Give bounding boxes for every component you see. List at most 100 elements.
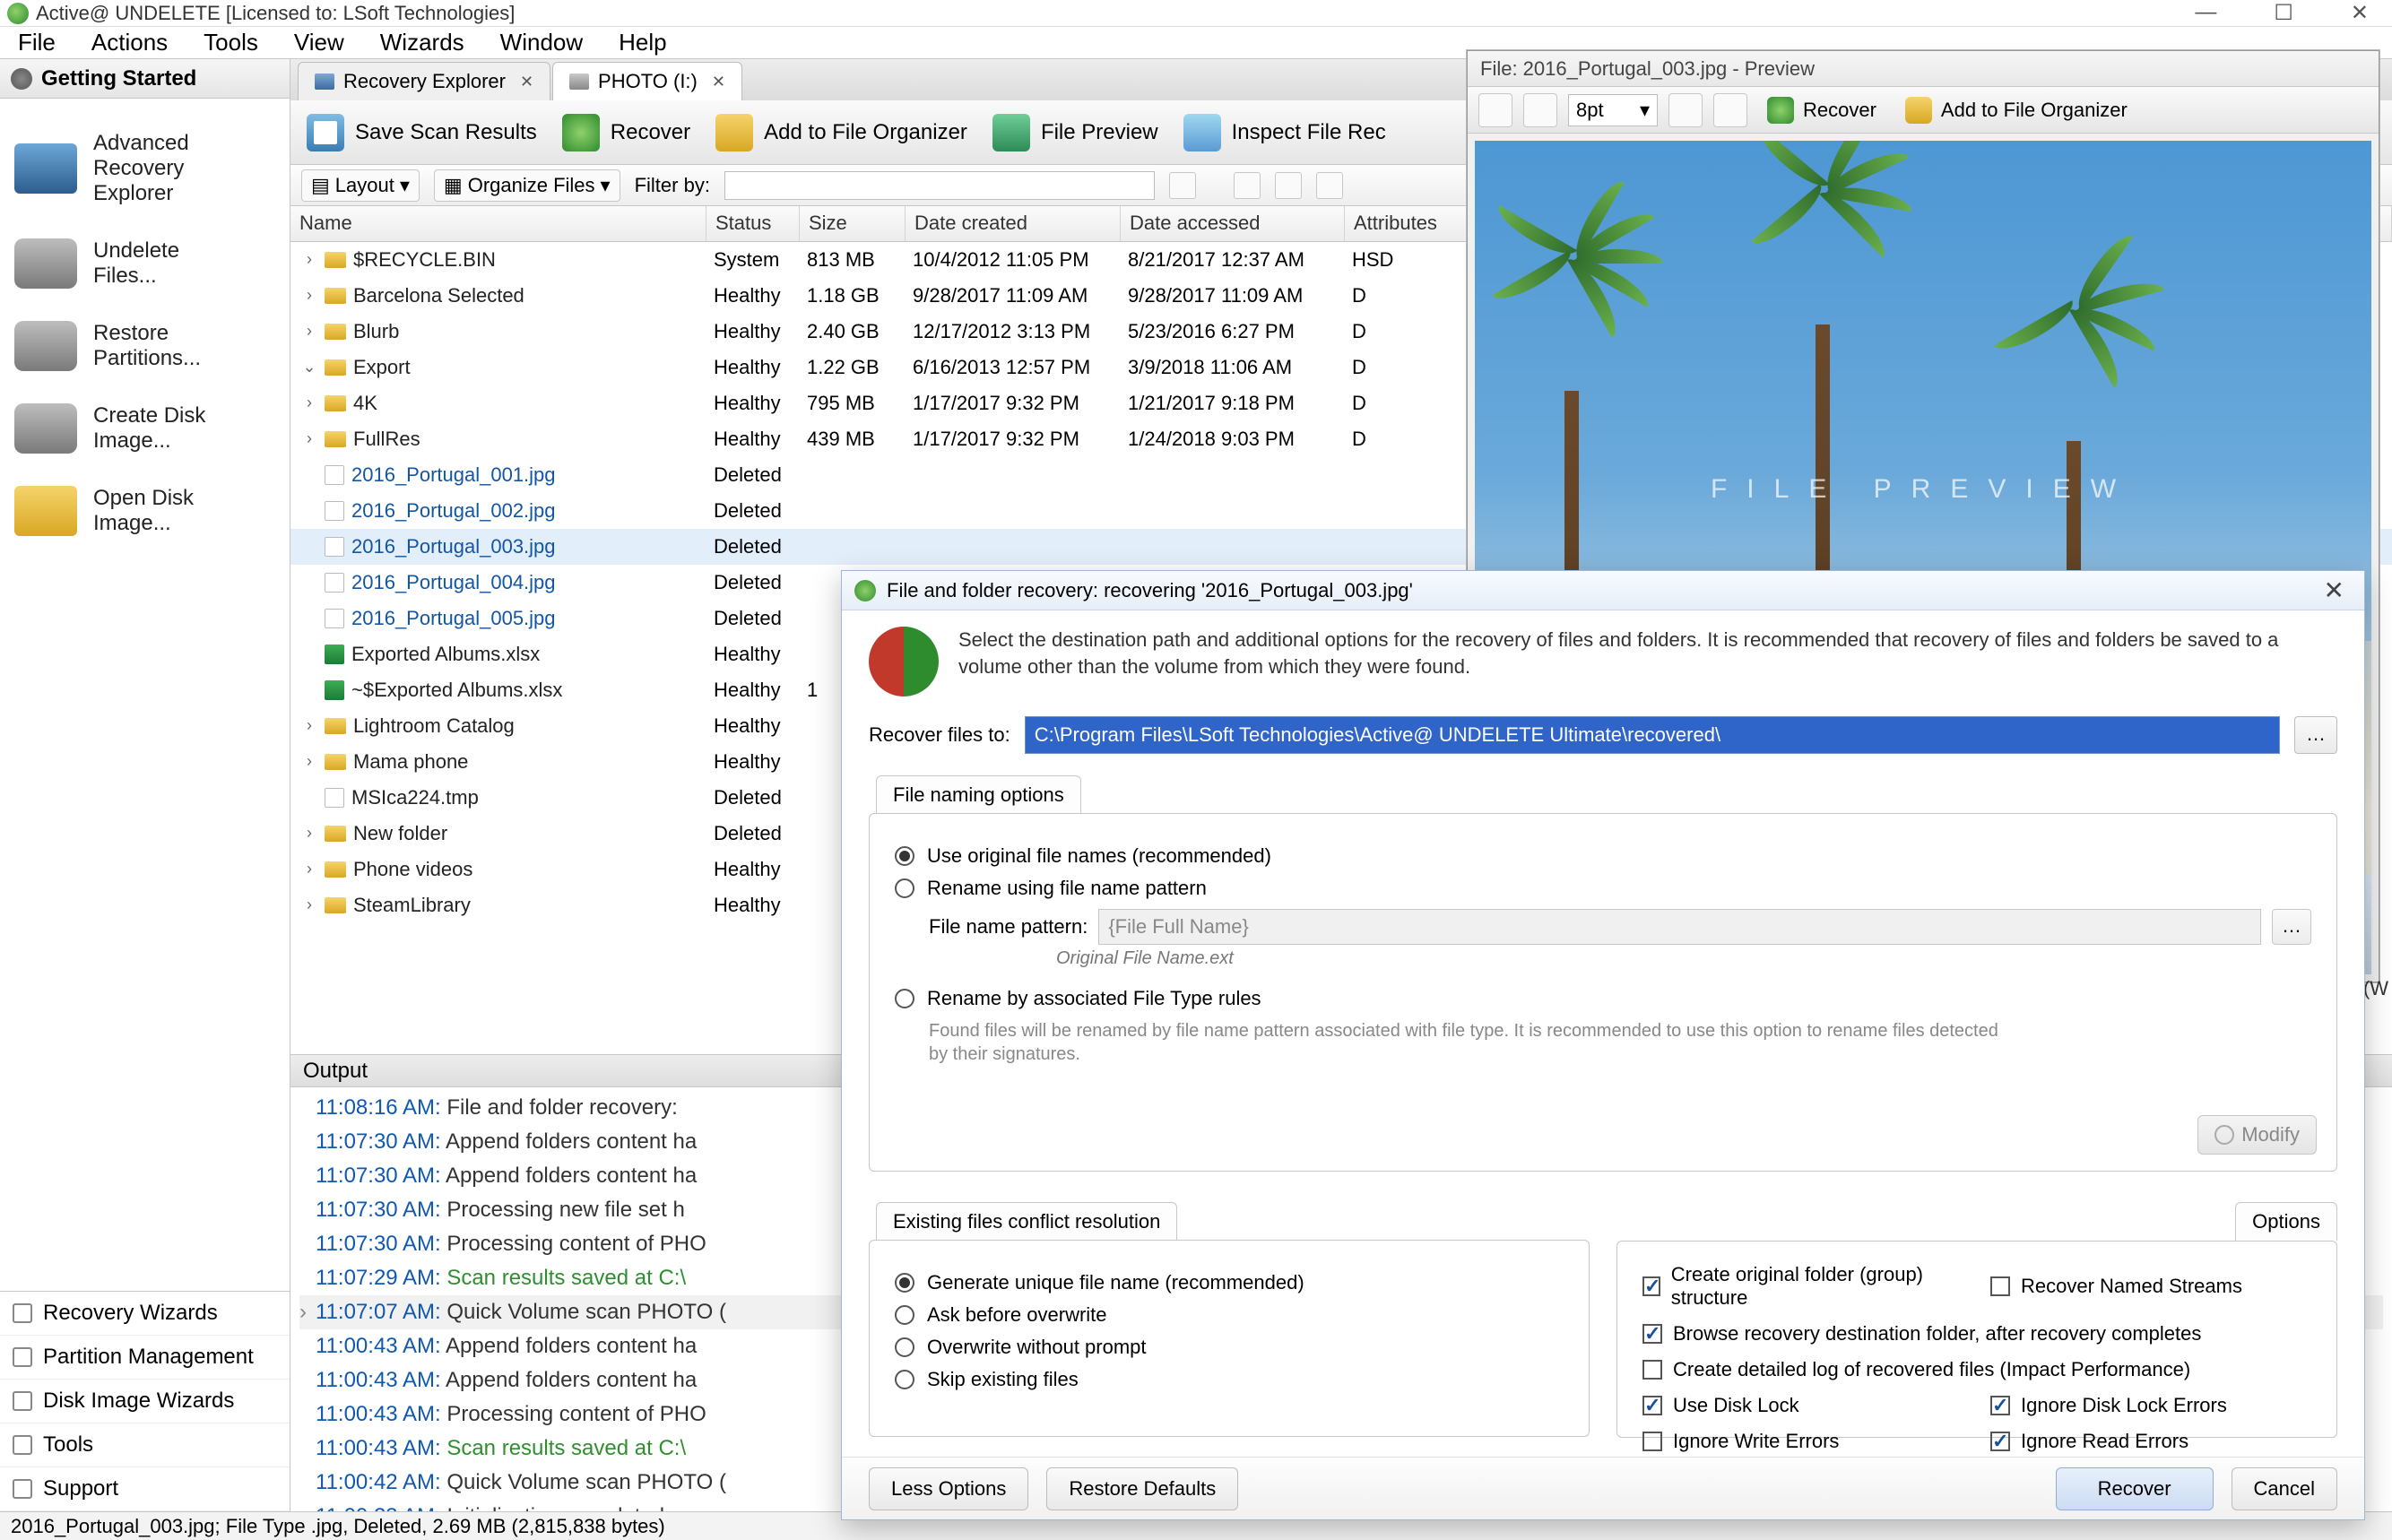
restore-defaults-button[interactable]: Restore Defaults	[1046, 1467, 1238, 1510]
radio-rename[interactable]: Rename using file name pattern	[895, 877, 2311, 900]
menu-view[interactable]: View	[294, 29, 344, 56]
tree-toggle-icon[interactable]: ›	[301, 394, 317, 412]
conflict-over[interactable]: Overwrite without prompt	[895, 1336, 1564, 1359]
col-name[interactable]: Name	[290, 206, 706, 241]
font-size-dropdown[interactable]: 8pt▾	[1568, 94, 1658, 126]
layout-button[interactable]: ▤ Layout▾	[301, 169, 420, 202]
preview-recover-button[interactable]: Recover	[1758, 93, 1885, 127]
tab-1[interactable]: PHOTO (I:)✕	[552, 62, 742, 100]
view-mode-2[interactable]	[1275, 172, 1302, 199]
destination-input[interactable]	[1025, 716, 2280, 754]
pattern-input[interactable]	[1098, 909, 2261, 945]
nav-bottom-label: Tools	[43, 1432, 93, 1458]
checkbox-icon	[1990, 1276, 2010, 1296]
close-button[interactable]: ✕	[2335, 0, 2385, 26]
dialog-titlebar: File and folder recovery: recovering '20…	[842, 571, 2364, 610]
col-created[interactable]: Date created	[906, 206, 1121, 241]
getting-started-header[interactable]: Getting Started	[0, 59, 290, 99]
menu-wizards[interactable]: Wizards	[380, 29, 464, 56]
check-origFolder[interactable]: Create original folder (group) structure	[1642, 1263, 1963, 1310]
apply-filter-button[interactable]	[1169, 172, 1196, 199]
dialog-close-button[interactable]: ✕	[2317, 575, 2352, 605]
nav-item-3[interactable]: Create Disk Image...	[4, 387, 286, 470]
check-namedStreams[interactable]: Recover Named Streams	[1990, 1263, 2311, 1310]
preview-tool-3[interactable]	[1668, 93, 1703, 127]
check-browseAfter[interactable]: Browse recovery destination folder, afte…	[1642, 1322, 2311, 1345]
view-mode-3[interactable]	[1316, 172, 1343, 199]
tree-toggle-icon[interactable]: ›	[301, 322, 317, 341]
modify-button[interactable]: Modify	[2197, 1115, 2317, 1155]
tree-toggle-icon[interactable]: ›	[301, 429, 317, 448]
titlebar: Active@ UNDELETE [Licensed to: LSoft Tec…	[0, 0, 2392, 27]
gear-icon	[11, 68, 32, 90]
view-mode-1[interactable]	[1234, 172, 1261, 199]
preview-tool-1[interactable]	[1478, 93, 1512, 127]
radio-original[interactable]: Use original file names (recommended)	[895, 844, 2311, 868]
organize-files-button[interactable]: ▦ Organize Files▾	[434, 169, 620, 202]
filter-input[interactable]	[724, 171, 1155, 200]
col-accessed[interactable]: Date accessed	[1121, 206, 1345, 241]
pattern-browse-button[interactable]: …	[2272, 909, 2311, 945]
preview-tool-2[interactable]	[1523, 93, 1557, 127]
tab-label: Recovery Explorer	[343, 70, 506, 93]
menu-tools[interactable]: Tools	[204, 29, 258, 56]
menu-file[interactable]: File	[18, 29, 56, 56]
nav-bottom-support[interactable]: Support	[0, 1467, 290, 1511]
tree-toggle-icon[interactable]: ›	[301, 895, 317, 914]
nav-item-2[interactable]: Restore Partitions...	[4, 305, 286, 387]
check-diskLock[interactable]: Use Disk Lock	[1642, 1394, 1963, 1417]
check-ignoreRead[interactable]: Ignore Read Errors	[1990, 1430, 2311, 1453]
toolbar-save-scan-results[interactable]: Save Scan Results	[307, 114, 537, 151]
less-options-button[interactable]: Less Options	[869, 1467, 1028, 1510]
menu-actions[interactable]: Actions	[91, 29, 168, 56]
toolbar-inspect-file-rec[interactable]: Inspect File Rec	[1183, 114, 1386, 151]
minimize-button[interactable]: —	[2179, 0, 2232, 26]
col-status[interactable]: Status	[706, 206, 800, 241]
nav-bottom-partition-management[interactable]: Partition Management	[0, 1336, 290, 1380]
tab-close-icon[interactable]: ✕	[712, 73, 725, 91]
nav-bottom-disk-image-wizards[interactable]: Disk Image Wizards	[0, 1380, 290, 1423]
tree-toggle-icon[interactable]: ›	[301, 860, 317, 878]
tree-toggle-icon[interactable]: ›	[301, 752, 317, 771]
destination-browse-button[interactable]: …	[2294, 716, 2337, 754]
tree-toggle-icon[interactable]: ›	[301, 824, 317, 843]
cell-status: Healthy	[706, 392, 800, 415]
check-ignoreWrite[interactable]: Ignore Write Errors	[1642, 1430, 1963, 1453]
menu-help[interactable]: Help	[619, 29, 666, 56]
toolbar-recover[interactable]: Recover	[562, 114, 690, 151]
check-ignoreLock[interactable]: Ignore Disk Lock Errors	[1990, 1394, 2311, 1417]
nav-bottom-tools[interactable]: Tools	[0, 1423, 290, 1467]
folder-icon	[325, 324, 346, 340]
tree-toggle-icon[interactable]: ›	[301, 250, 317, 269]
check-detailedLog[interactable]: Create detailed log of recovered files (…	[1642, 1358, 2311, 1381]
radio-icon	[895, 1337, 914, 1357]
recover-button[interactable]: Recover	[2056, 1467, 2214, 1510]
tree-toggle-icon[interactable]: ›	[301, 716, 317, 735]
tree-toggle-icon[interactable]: ⌄	[301, 358, 317, 376]
nav-item-4[interactable]: Open Disk Image...	[4, 470, 286, 552]
tab-close-icon[interactable]: ✕	[520, 73, 533, 91]
preview-organize-button[interactable]: Add to File Organizer	[1896, 93, 2136, 127]
tree-toggle-icon[interactable]: ›	[301, 286, 317, 305]
toolbar-file-preview[interactable]: File Preview	[992, 114, 1158, 151]
conflict-skip[interactable]: Skip existing files	[895, 1368, 1564, 1391]
col-size[interactable]: Size	[800, 206, 906, 241]
toolbar-add-to-file-organizer[interactable]: Add to File Organizer	[715, 114, 967, 151]
tab-0[interactable]: Recovery Explorer ✕	[298, 62, 550, 100]
nav-item-0[interactable]: Advanced Recovery Explorer	[4, 115, 286, 222]
menu-window[interactable]: Window	[500, 29, 583, 56]
conflict-unique[interactable]: Generate unique file name (recommended)	[895, 1271, 1564, 1294]
maximize-button[interactable]: ☐	[2258, 0, 2310, 26]
radio-assoc[interactable]: Rename by associated File Type rules	[895, 987, 2311, 1010]
window-title: Active@ UNDELETE [Licensed to: LSoft Tec…	[36, 2, 515, 25]
options-tab: Options	[2235, 1202, 2337, 1241]
output-text: File and folder recovery:	[446, 1095, 677, 1120]
nav-item-1[interactable]: Undelete Files...	[4, 222, 286, 305]
preview-tool-4[interactable]	[1713, 93, 1747, 127]
conflict-ask[interactable]: Ask before overwrite	[895, 1303, 1564, 1327]
check-label: Create detailed log of recovered files (…	[1673, 1358, 2190, 1381]
file-name: 2016_Portugal_004.jpg	[351, 571, 556, 594]
cancel-button[interactable]: Cancel	[2232, 1467, 2337, 1510]
nav-bottom-recovery-wizards[interactable]: Recovery Wizards	[0, 1292, 290, 1336]
inspect-icon	[1183, 114, 1221, 151]
